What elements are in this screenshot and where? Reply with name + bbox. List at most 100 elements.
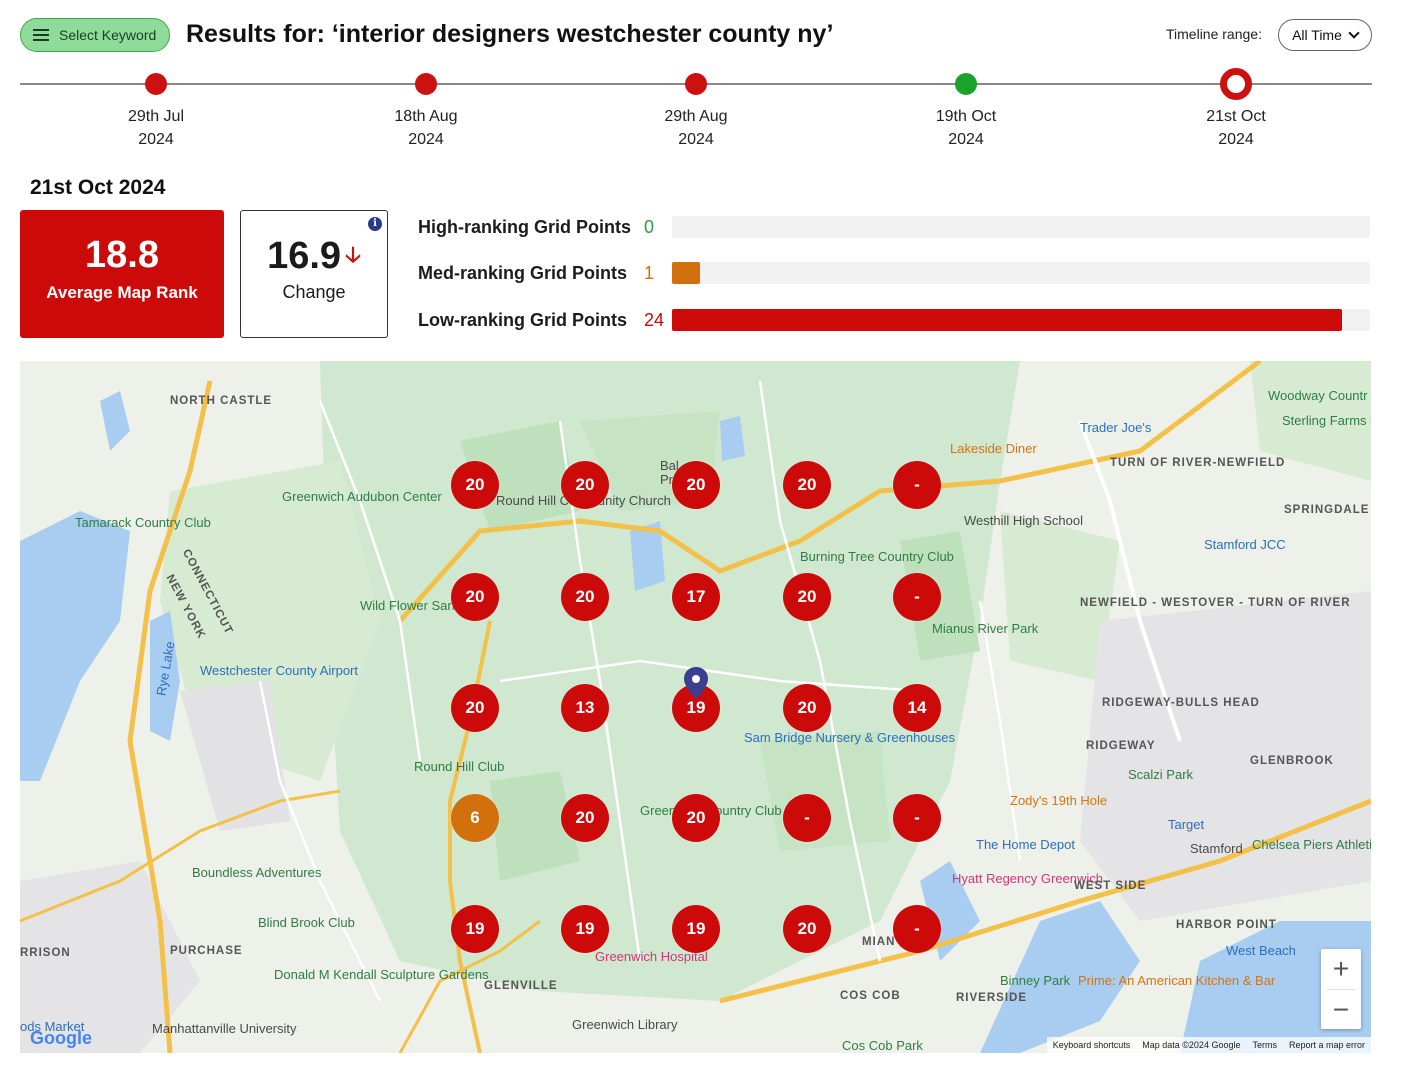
grid-point[interactable]: - [893, 794, 941, 842]
map-label: Westhill High School [964, 513, 1083, 528]
zoom-in-button[interactable]: + [1321, 949, 1361, 989]
map-label: Woodway Countr [1268, 388, 1368, 403]
timeline-point-0[interactable] [145, 73, 167, 95]
report-map-error-link[interactable]: Report a map error [1289, 1040, 1365, 1050]
map-label: The Home Depot [976, 837, 1075, 852]
grid-point[interactable]: 20 [451, 684, 499, 732]
map-label: Lakeside Diner [950, 441, 1037, 456]
zoom-control: + − [1321, 949, 1361, 1029]
grid-point[interactable]: 20 [783, 461, 831, 509]
ranking-bar-track [672, 309, 1370, 331]
list-icon [33, 29, 49, 41]
info-icon[interactable]: i [368, 217, 382, 231]
ranking-row: Low-ranking Grid Points 24 [418, 308, 672, 332]
map-label: Binney Park [1000, 973, 1071, 988]
google-logo: Google [30, 1028, 92, 1048]
grid-point[interactable]: 13 [561, 684, 609, 732]
map[interactable]: NORTH CASTLE Greenwich Audubon Center Ta… [20, 361, 1371, 1053]
grid-point[interactable]: 20 [783, 905, 831, 953]
grid-point[interactable]: 20 [561, 794, 609, 842]
terms-link[interactable]: Terms [1252, 1040, 1277, 1050]
change-value: 16.9 [267, 235, 342, 277]
map-label: MIAN [862, 936, 896, 948]
grid-point[interactable]: 17 [672, 573, 720, 621]
map-label: Round Hill Club [414, 759, 505, 774]
grid-point[interactable]: 19 [451, 905, 499, 953]
grid-point[interactable]: 20 [451, 573, 499, 621]
map-label: Sterling Farms Golf Course [1282, 413, 1371, 428]
map-label: Boundless Adventures [192, 865, 322, 880]
ranking-count: 24 [644, 309, 665, 330]
map-label: Blind Brook Club [258, 915, 355, 930]
map-label: RIVERSIDE [956, 992, 1027, 1004]
timeline-point-1[interactable] [415, 73, 437, 95]
grid-point[interactable]: - [893, 573, 941, 621]
map-label: GLENVILLE [484, 980, 558, 992]
map-label: Donald M Kendall Sculpture Gardens [274, 967, 489, 982]
grid-point[interactable]: 6 [451, 794, 499, 842]
map-label: Chelsea Piers Athletic Club [1252, 837, 1371, 852]
ranking-label: High-ranking Grid Points [418, 216, 632, 237]
map-label: Trader Joe's [1080, 420, 1152, 435]
map-label: GLENBROOK [1250, 755, 1334, 767]
timeline-date-label[interactable]: 29th Aug 2024 [636, 105, 756, 151]
grid-point[interactable]: 14 [893, 684, 941, 732]
map-label: RIDGEWAY [1086, 740, 1156, 752]
timeline-range-label: Timeline range: [1166, 26, 1262, 42]
keyboard-shortcuts-link[interactable]: Keyboard shortcuts [1053, 1040, 1131, 1050]
timeline-date-label[interactable]: 18th Aug 2024 [366, 105, 486, 151]
timeline-range-select[interactable]: All Time [1278, 19, 1372, 51]
map-label: Westchester County Airport [200, 663, 358, 678]
map-label: Prime: An American Kitchen & Bar [1078, 973, 1276, 988]
average-map-rank-card: 18.8 Average Map Rank [20, 210, 224, 338]
map-label: SPRINGDALE [1284, 504, 1370, 516]
timeline-range-value: All Time [1292, 27, 1342, 43]
grid-point[interactable]: - [893, 905, 941, 953]
timeline-point-2[interactable] [685, 73, 707, 95]
map-label: NEWFIELD - WESTOVER - TURN OF RIVER [1080, 597, 1351, 609]
grid-point[interactable]: - [893, 461, 941, 509]
map-label: COS COB [840, 990, 901, 1002]
grid-point[interactable]: 20 [451, 461, 499, 509]
grid-point[interactable]: 20 [783, 684, 831, 732]
timeline-date-label[interactable]: 29th Jul 2024 [96, 105, 216, 151]
map-label: Target [1168, 817, 1205, 832]
grid-point[interactable]: - [783, 794, 831, 842]
selected-date-heading: 21st Oct 2024 [30, 176, 166, 199]
grid-point[interactable]: 20 [561, 573, 609, 621]
grid-point[interactable]: 20 [561, 461, 609, 509]
grid-point[interactable]: 19 [672, 905, 720, 953]
grid-point[interactable]: 20 [672, 794, 720, 842]
ranking-row: High-ranking Grid Points 0 [418, 215, 672, 239]
map-label: Stamford [1190, 841, 1243, 856]
ranking-row: Med-ranking Grid Points 1 [418, 261, 672, 285]
map-label: RRISON [20, 947, 71, 959]
grid-point[interactable]: 19 [561, 905, 609, 953]
map-label: Tamarack Country Club [75, 515, 211, 530]
select-keyword-label: Select Keyword [59, 27, 157, 43]
map-label: Sam Bridge Nursery & Greenhouses [744, 730, 955, 745]
map-label: Mianus River Park [932, 621, 1039, 636]
chevron-down-icon [1348, 27, 1360, 39]
location-pin-icon [684, 667, 708, 699]
map-label: Greenwich Library [572, 1017, 678, 1032]
timeline-date-label[interactable]: 19th Oct 2024 [906, 105, 1026, 151]
map-data-text: Map data ©2024 Google [1142, 1040, 1241, 1050]
timeline-date-label[interactable]: 21st Oct 2024 [1176, 105, 1296, 151]
timeline-point-4[interactable] [1220, 68, 1252, 100]
map-label: West Beach [1226, 943, 1296, 958]
grid-point[interactable]: 20 [672, 461, 720, 509]
ranking-bar-fill [672, 262, 700, 284]
zoom-out-button[interactable]: − [1321, 990, 1361, 1030]
map-attribution: Keyboard shortcuts Map data ©2024 Google… [1046, 1037, 1371, 1053]
timeline-point-3[interactable] [955, 73, 977, 95]
map-label: Burning Tree Country Club [800, 549, 954, 564]
map-label: NORTH CASTLE [170, 395, 273, 407]
ranking-bar-fill [672, 309, 1343, 331]
ranking-label: Med-ranking Grid Points [418, 262, 628, 283]
map-label: Cos Cob Park [842, 1038, 923, 1053]
grid-point[interactable]: 20 [783, 573, 831, 621]
select-keyword-button[interactable]: Select Keyword [20, 18, 170, 52]
ranking-bar-track [672, 262, 1370, 284]
average-map-rank-label: Average Map Rank [46, 283, 198, 302]
